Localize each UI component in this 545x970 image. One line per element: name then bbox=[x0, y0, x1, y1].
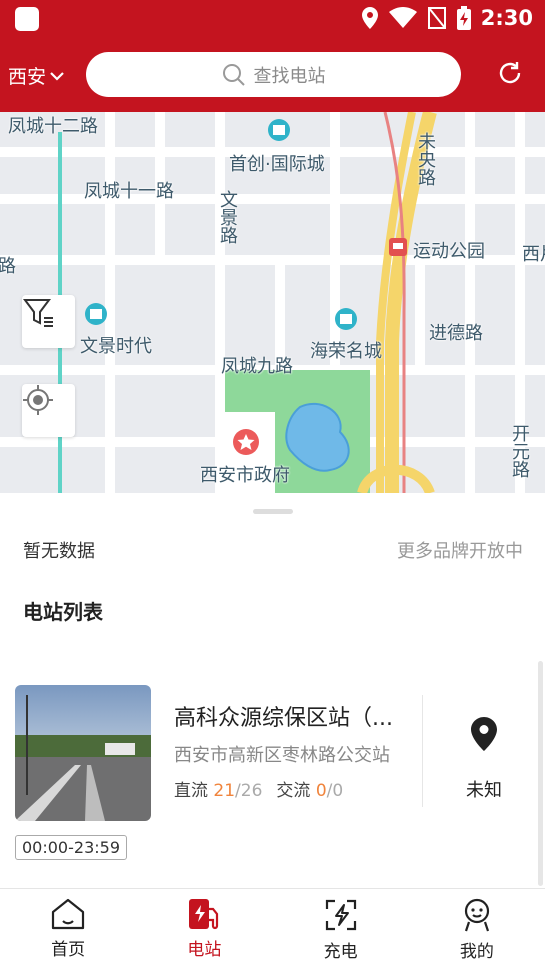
filter-icon bbox=[23, 299, 53, 327]
station-list-title: 电站列表 bbox=[23, 600, 103, 624]
profile-icon bbox=[464, 898, 489, 932]
battery-charging-icon bbox=[456, 6, 471, 30]
map-label-wenjinglu: 文景路 bbox=[217, 190, 238, 244]
app-notification-icon bbox=[15, 7, 39, 31]
nav-profile[interactable]: 我的 bbox=[409, 889, 545, 970]
map-label-hairong: 海荣名城 bbox=[310, 341, 382, 362]
station-photo bbox=[15, 685, 151, 821]
map-label-shizhengfu: 西安市政府 bbox=[200, 465, 290, 486]
nav-charge[interactable]: 充电 bbox=[273, 889, 409, 970]
station-card[interactable]: 高科众源综保区站（... 西安市高新区枣林路公交站 直流 21/26 交流 0/… bbox=[0, 683, 540, 873]
station-name: 高科众源综保区站（... bbox=[174, 706, 393, 731]
map-label-lu-left: 路 bbox=[0, 256, 16, 277]
sheet-drag-handle[interactable] bbox=[253, 509, 293, 514]
opening-hours: 00:00-23:59 bbox=[15, 835, 127, 860]
dc-total: /26 bbox=[235, 781, 263, 801]
locate-button[interactable] bbox=[22, 384, 75, 437]
map-label-shouchuang: 首创·国际城 bbox=[229, 154, 325, 175]
filter-button[interactable] bbox=[22, 295, 75, 348]
map-label-jinde: 进德路 bbox=[429, 323, 483, 344]
charging-station-icon bbox=[189, 899, 219, 930]
dc-stat: 直流 21/26 bbox=[174, 776, 262, 801]
map-label-wenjing-shidai: 文景时代 bbox=[80, 336, 152, 357]
map-label-fengcheng12: 凤城十二路 bbox=[8, 116, 98, 137]
city-label: 西安 bbox=[8, 66, 47, 88]
map-label-fengcheng9: 凤城九路 bbox=[221, 356, 293, 377]
wifi-icon bbox=[388, 7, 417, 28]
chevron-down-icon bbox=[50, 71, 64, 81]
status-bar: 2:30 bbox=[0, 0, 545, 40]
map-label-weiyanglu: 未央路 bbox=[415, 132, 436, 186]
station-connectors: 直流 21/26 交流 0/0 bbox=[174, 776, 343, 801]
distance-text: 未知 bbox=[466, 780, 502, 801]
refresh-icon[interactable] bbox=[497, 60, 523, 86]
ac-label: 交流 bbox=[276, 781, 311, 801]
locate-icon bbox=[23, 385, 53, 415]
map-label-kaiyuan: 开元路 bbox=[509, 424, 530, 478]
search-input[interactable]: 查找电站 bbox=[86, 52, 461, 97]
clock: 2:30 bbox=[480, 6, 533, 30]
city-selector[interactable]: 西安 bbox=[8, 62, 64, 89]
map-label-fengcheng11: 凤城十一路 bbox=[84, 181, 174, 202]
search-placeholder: 查找电站 bbox=[253, 65, 326, 87]
search-icon bbox=[222, 63, 245, 86]
location-status-icon bbox=[361, 7, 378, 29]
nav-home-label: 首页 bbox=[51, 940, 86, 960]
no-data-text: 暂无数据 bbox=[23, 541, 95, 562]
map-view[interactable]: 凤城十二路 首创·国际城 凤城十一路 文景路 未央路 运动公园 西片 路 文景时… bbox=[0, 112, 545, 493]
app-header: 西安 查找电站 bbox=[0, 40, 545, 112]
dc-available: 21 bbox=[213, 781, 236, 801]
ac-available: 0 bbox=[315, 781, 327, 801]
nav-home[interactable]: 首页 bbox=[0, 889, 136, 970]
map-label-yundong: 运动公园 bbox=[413, 241, 485, 262]
station-photo-image bbox=[15, 685, 151, 821]
dc-label: 直流 bbox=[174, 781, 208, 801]
station-sheet: 暂无数据 更多品牌开放中 电站列表 高科众源综保区站（... 西安市高新区枣林路… bbox=[0, 493, 545, 888]
nav-profile-label: 我的 bbox=[459, 942, 494, 962]
nav-charge-label: 充电 bbox=[323, 942, 358, 962]
nav-station-label: 电站 bbox=[187, 940, 222, 960]
charge-icon bbox=[325, 899, 356, 931]
home-icon bbox=[52, 898, 85, 930]
more-brands-text: 更多品牌开放中 bbox=[397, 541, 523, 562]
nav-station[interactable]: 电站 bbox=[136, 889, 272, 970]
station-address: 西安市高新区枣林路公交站 bbox=[174, 745, 390, 766]
card-divider bbox=[422, 695, 423, 807]
no-signal-icon bbox=[427, 7, 446, 29]
ac-stat: 交流 0/0 bbox=[276, 776, 343, 801]
bottom-nav: 首页 电站 充电 我的 bbox=[0, 888, 545, 970]
map-pin-icon bbox=[471, 717, 497, 751]
status-icons: 2:30 bbox=[361, 6, 533, 30]
ac-total: /0 bbox=[326, 781, 344, 801]
map-label-xi: 西片 bbox=[522, 244, 545, 265]
station-distance[interactable]: 未知 bbox=[440, 716, 528, 802]
